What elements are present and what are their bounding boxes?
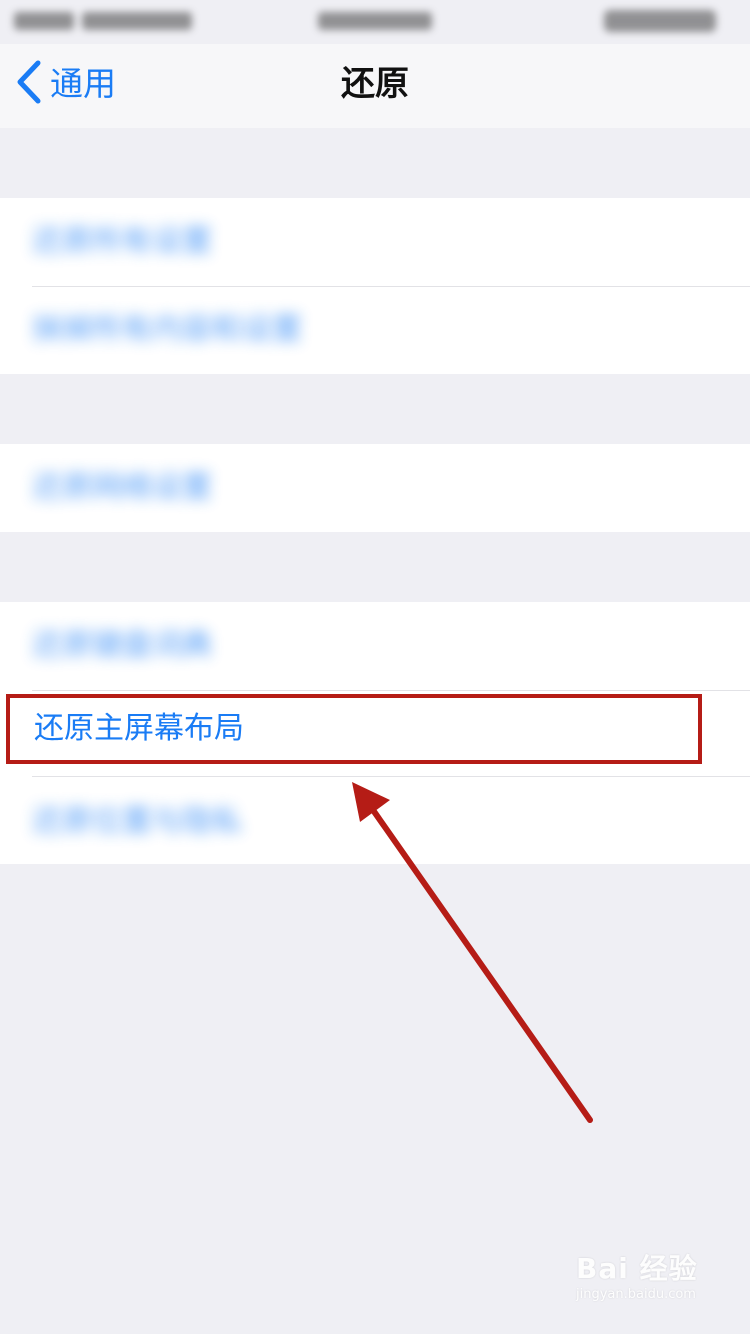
erase-all-content-cell[interactable]: 抹掉所有内容和设置 bbox=[0, 286, 750, 374]
page-title: 还原 bbox=[341, 64, 409, 104]
divider bbox=[32, 690, 750, 691]
cell-label: 还原网络设置 bbox=[32, 470, 212, 505]
reset-network-settings-cell[interactable]: 还原网络设置 bbox=[0, 444, 750, 532]
battery-icon bbox=[604, 10, 716, 32]
watermark-url: jingyan.baidu.com bbox=[576, 1287, 696, 1302]
reset-location-privacy-cell[interactable]: 还原位置与隐私 bbox=[0, 778, 750, 866]
cell-label: 还原位置与隐私 bbox=[32, 804, 242, 839]
status-time bbox=[318, 12, 432, 30]
settings-group-2: 还原网络设置 bbox=[0, 444, 750, 532]
carrier-label bbox=[82, 12, 192, 30]
signal-icon bbox=[14, 12, 74, 30]
cell-label: 还原键盘词典 bbox=[32, 628, 212, 663]
reset-home-screen-layout-cell[interactable]: 还原主屏幕布局 bbox=[6, 694, 702, 764]
reset-all-settings-cell[interactable]: 还原所有设置 bbox=[0, 198, 750, 286]
reset-keyboard-dictionary-cell[interactable]: 还原键盘词典 bbox=[0, 602, 750, 690]
navigation-bar: 通用 还原 bbox=[0, 44, 750, 128]
watermark-brand: Bai 经验 bbox=[576, 1252, 698, 1285]
baidu-watermark: Bai 经验 jingyan.baidu.com bbox=[576, 1252, 726, 1322]
cell-label: 还原主屏幕布局 bbox=[34, 711, 244, 746]
settings-group-1: 还原所有设置 抹掉所有内容和设置 bbox=[0, 198, 750, 374]
status-bar bbox=[0, 0, 750, 44]
cell-label: 还原所有设置 bbox=[32, 224, 212, 259]
divider bbox=[32, 776, 750, 777]
cell-label: 抹掉所有内容和设置 bbox=[32, 312, 302, 347]
